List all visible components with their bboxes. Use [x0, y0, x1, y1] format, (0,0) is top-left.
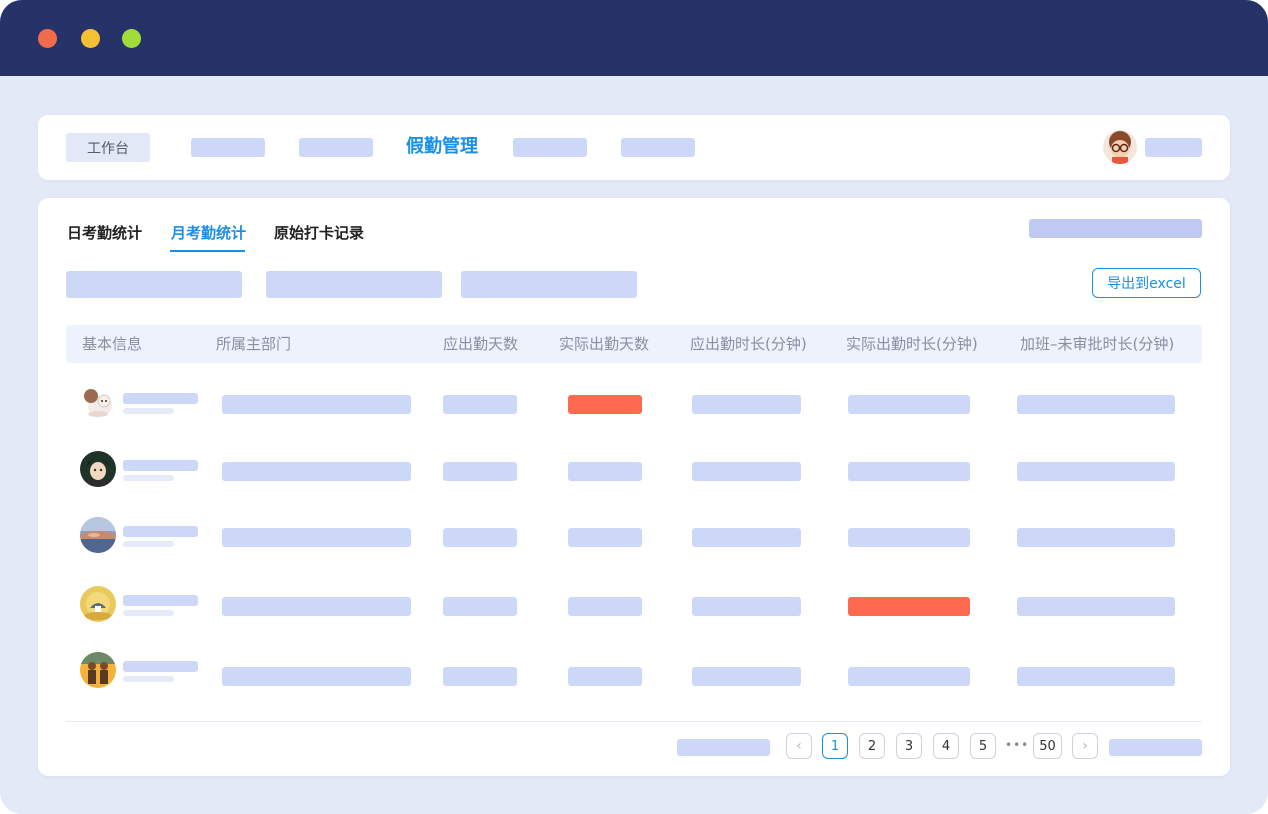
pagination-ellipsis: •••: [1005, 738, 1030, 752]
chevron-left-icon[interactable]: ‹: [786, 733, 812, 759]
filter-placeholder[interactable]: [66, 271, 242, 298]
actual-days-cell: [568, 528, 642, 547]
required-days-cell: [443, 462, 517, 481]
nav-item-placeholder[interactable]: [191, 138, 265, 157]
maximize-window-button[interactable]: [122, 29, 141, 48]
nav-item-attendance[interactable]: 假勤管理: [406, 134, 478, 160]
employee-subtitle-placeholder: [123, 676, 174, 682]
page-button-1[interactable]: 1: [822, 733, 848, 759]
column-header: 实际出勤天数: [559, 335, 650, 353]
department-cell: [222, 528, 411, 547]
actual-minutes-cell-alert: [848, 597, 970, 616]
page-button-2[interactable]: 2: [859, 733, 885, 759]
required-days-cell: [443, 597, 517, 616]
required-days-cell: [443, 667, 517, 686]
page-button-4[interactable]: 4: [933, 733, 959, 759]
actual-minutes-cell: [848, 528, 970, 547]
employee-subtitle-placeholder: [123, 541, 174, 547]
employee-subtitle-placeholder: [123, 408, 174, 414]
column-header: 加班–未审批时长(分钟): [1020, 335, 1175, 353]
employee-avatar: [80, 451, 116, 487]
required-days-cell: [443, 395, 517, 414]
column-header: 所属主部门: [216, 335, 292, 353]
header-placeholder: [1029, 219, 1202, 238]
filter-placeholder[interactable]: [266, 271, 442, 298]
user-name-placeholder[interactable]: [1145, 138, 1202, 157]
actual-days-cell: [568, 462, 642, 481]
export-excel-button[interactable]: 导出到excel: [1092, 268, 1201, 298]
tab-monthly-stats[interactable]: 月考勤统计: [171, 223, 246, 243]
overtime-unapproved-cell: [1017, 528, 1175, 547]
employee-name-placeholder: [123, 661, 198, 672]
overtime-unapproved-cell: [1017, 667, 1175, 686]
employee-subtitle-placeholder: [123, 610, 174, 616]
main-panel: 日考勤统计 月考勤统计 原始打卡记录 导出到excel 基本信息 所属主部门 应…: [38, 198, 1230, 776]
minimize-window-button[interactable]: [81, 29, 100, 48]
table-row[interactable]: [38, 384, 1230, 424]
employee-subtitle-placeholder: [123, 475, 174, 481]
active-tab-indicator: [170, 250, 245, 252]
top-nav: 工作台 假勤管理: [38, 115, 1230, 180]
employee-name-placeholder: [123, 393, 198, 404]
actual-days-cell: [568, 597, 642, 616]
table-row[interactable]: [38, 586, 1230, 626]
required-minutes-cell: [692, 667, 801, 686]
nav-item-placeholder[interactable]: [299, 138, 373, 157]
required-days-cell: [443, 528, 517, 547]
table-header: 基本信息 所属主部门 应出勤天数 实际出勤天数 应出勤时长(分钟) 实际出勤时长…: [66, 325, 1202, 363]
table-divider: [66, 721, 1202, 722]
nav-item-placeholder[interactable]: [513, 138, 587, 157]
page-button-5[interactable]: 5: [970, 733, 996, 759]
table-row[interactable]: [38, 517, 1230, 557]
actual-days-cell: [568, 667, 642, 686]
employee-name-placeholder: [123, 595, 198, 606]
actual-days-cell-alert: [568, 395, 642, 414]
page-size-placeholder[interactable]: [1109, 739, 1202, 756]
total-count-placeholder: [677, 739, 770, 756]
actual-minutes-cell: [848, 667, 970, 686]
page-button-last[interactable]: 50: [1033, 733, 1062, 759]
page-button-3[interactable]: 3: [896, 733, 922, 759]
actual-minutes-cell: [848, 395, 970, 414]
employee-avatar: [80, 586, 116, 622]
column-header: 应出勤时长(分钟): [690, 335, 807, 353]
app-window: 工作台 假勤管理 日考勤统计 月考勤统计 原始打卡记录 导出到excel 基本信…: [0, 0, 1268, 814]
column-header: 应出勤天数: [443, 335, 519, 353]
required-minutes-cell: [692, 528, 801, 547]
employee-avatar: [80, 517, 116, 553]
column-header: 基本信息: [82, 335, 143, 353]
actual-minutes-cell: [848, 462, 970, 481]
close-window-button[interactable]: [38, 29, 57, 48]
nav-item-placeholder[interactable]: [621, 138, 695, 157]
overtime-unapproved-cell: [1017, 395, 1175, 414]
user-avatar[interactable]: [1103, 130, 1137, 164]
required-minutes-cell: [692, 395, 801, 414]
department-cell: [222, 667, 411, 686]
employee-avatar: [80, 652, 116, 688]
employee-name-placeholder: [123, 460, 198, 471]
tab-daily-stats[interactable]: 日考勤统计: [67, 223, 142, 243]
overtime-unapproved-cell: [1017, 462, 1175, 481]
column-header: 实际出勤时长(分钟): [846, 335, 978, 353]
chevron-right-icon[interactable]: ›: [1072, 733, 1098, 759]
department-cell: [222, 462, 411, 481]
department-cell: [222, 597, 411, 616]
title-bar: [0, 0, 1268, 76]
department-cell: [222, 395, 411, 414]
overtime-unapproved-cell: [1017, 597, 1175, 616]
required-minutes-cell: [692, 597, 801, 616]
table-row[interactable]: [38, 451, 1230, 491]
filter-placeholder[interactable]: [461, 271, 637, 298]
required-minutes-cell: [692, 462, 801, 481]
employee-name-placeholder: [123, 526, 198, 537]
table-row[interactable]: [38, 652, 1230, 692]
employee-avatar: [80, 384, 116, 420]
nav-item-workbench[interactable]: 工作台: [66, 133, 150, 162]
tab-raw-punch-records[interactable]: 原始打卡记录: [274, 223, 364, 243]
